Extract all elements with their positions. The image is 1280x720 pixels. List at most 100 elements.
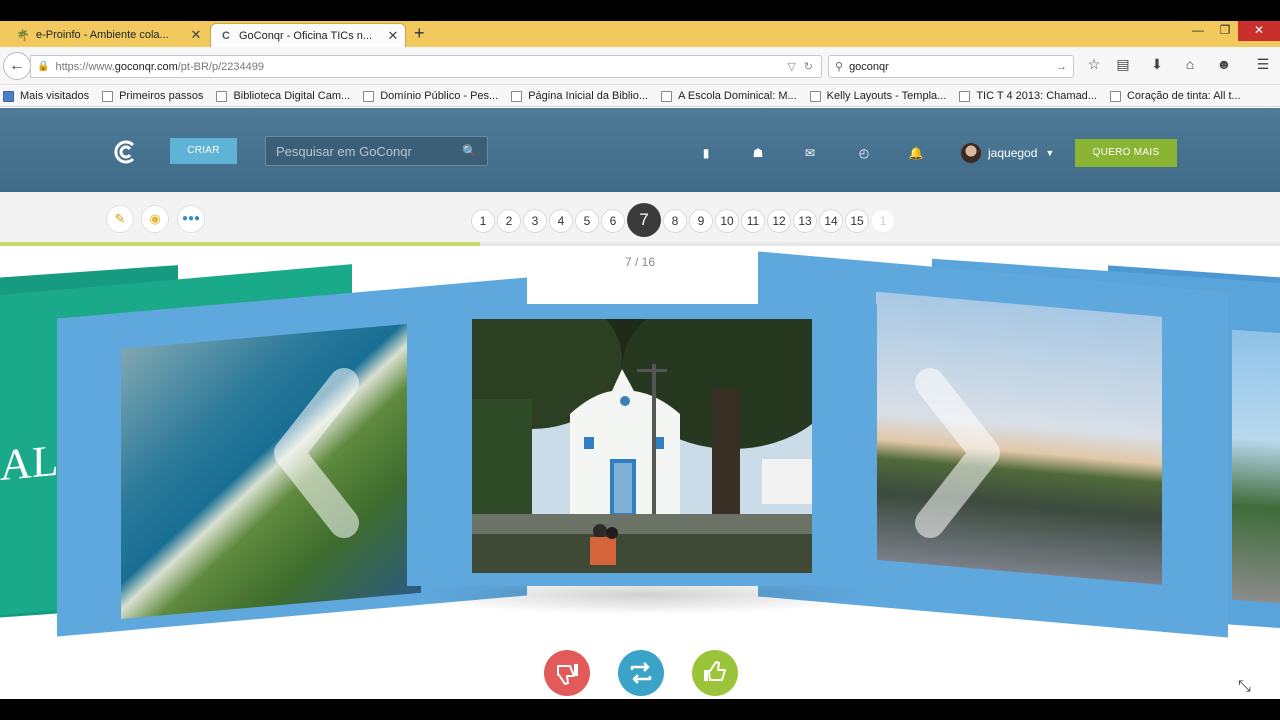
repost-icon <box>630 662 652 684</box>
slide-text: AL <box>0 435 59 490</box>
upgrade-button[interactable]: QUERO MAIS <box>1075 139 1177 167</box>
search-icon[interactable]: 🔍 <box>462 144 477 158</box>
user-menu[interactable]: jaquegod ▼ <box>961 143 1054 163</box>
page-icon <box>363 90 375 102</box>
page-number-8[interactable]: 8 <box>663 209 687 233</box>
create-button[interactable]: CRIAR <box>170 138 237 164</box>
church-photo <box>472 319 812 573</box>
bookmark-item[interactable]: Biblioteca Digital Cam... <box>216 90 350 102</box>
previous-arrow-icon[interactable] <box>264 368 374 538</box>
username: jaquegod <box>988 146 1038 160</box>
dropdown-icon[interactable]: ▽ <box>787 60 795 73</box>
avatar <box>961 143 981 163</box>
page-number-3[interactable]: 3 <box>523 209 547 233</box>
letterbox-bottom <box>0 699 1280 720</box>
mail-icon[interactable]: ✉ <box>802 145 818 161</box>
bookmark-item[interactable]: Mais visitados <box>3 90 89 102</box>
page-icon <box>216 90 228 102</box>
more-button[interactable]: ●●● <box>177 205 205 233</box>
dislike-button[interactable] <box>544 650 590 696</box>
close-icon[interactable]: ✕ <box>188 27 204 43</box>
slide-card-current[interactable] <box>407 304 877 586</box>
search-icon: ⚲ <box>835 61 844 73</box>
page-number-16[interactable]: 1 <box>871 209 895 233</box>
back-button[interactable]: ← <box>3 52 31 80</box>
fullscreen-icon[interactable]: ⤡ <box>1238 678 1251 696</box>
page-number-15[interactable]: 15 <box>845 209 869 233</box>
reading-list-icon[interactable]: ▤ <box>1112 56 1134 76</box>
goconqr-logo-icon <box>114 140 135 164</box>
page-icon <box>511 90 523 102</box>
page-number-4[interactable]: 4 <box>549 209 573 233</box>
bell-icon[interactable]: 🔔 <box>908 145 924 161</box>
thumbs-up-icon <box>704 661 726 681</box>
chat-icon[interactable]: ☻ <box>1213 56 1235 76</box>
like-button[interactable] <box>692 650 738 696</box>
page-number-5[interactable]: 5 <box>575 209 599 233</box>
page-icon <box>959 90 971 102</box>
url-bar[interactable]: 🔒 https://www.goconqr.com/pt-BR/p/223449… <box>30 55 822 78</box>
edit-button[interactable]: ✎ <box>106 205 134 233</box>
bookmark-folder-icon <box>3 90 14 102</box>
reload-icon[interactable]: ↻ <box>804 60 813 73</box>
clock-icon[interactable]: ◴ <box>856 145 872 161</box>
site-search[interactable]: 🔍 <box>265 136 488 166</box>
page-number-11[interactable]: 11 <box>741 209 765 233</box>
page-number-13[interactable]: 13 <box>793 209 817 233</box>
church-image <box>472 319 812 573</box>
download-icon[interactable]: ⬇ <box>1146 56 1168 76</box>
screen: 🌴 e-Proinfo - Ambiente cola... ✕ C GoCon… <box>0 0 1280 720</box>
groups-icon[interactable]: ☗ <box>750 145 766 161</box>
page-icon <box>1109 90 1121 102</box>
page-number-6[interactable]: 6 <box>601 209 625 233</box>
letterbox-top <box>0 0 1280 21</box>
page-icon <box>809 90 821 102</box>
star-icon[interactable]: ☆ <box>1083 56 1105 76</box>
browser-tabbar: 🌴 e-Proinfo - Ambiente cola... ✕ C GoCon… <box>0 21 1280 47</box>
bookmark-item[interactable]: TIC T 4 2013: Chamad... <box>959 90 1097 102</box>
page-number-14[interactable]: 14 <box>819 209 843 233</box>
bookmark-item[interactable]: Kelly Layouts - Templa... <box>809 90 946 102</box>
chevron-down-icon: ▼ <box>1045 148 1055 158</box>
page-number-1[interactable]: 1 <box>471 209 495 233</box>
home-icon[interactable]: ⌂ <box>1179 56 1201 76</box>
progress-fill <box>0 242 480 246</box>
page-number-10[interactable]: 10 <box>715 209 739 233</box>
next-arrow-icon[interactable] <box>900 368 1010 538</box>
share-button[interactable] <box>618 650 664 696</box>
bookmark-item[interactable]: Página Inicial da Biblio... <box>511 90 648 102</box>
tab-goconqr[interactable]: C GoConqr - Oficina TICs n... ✕ <box>210 23 406 47</box>
menu-icon[interactable]: ☰ <box>1252 56 1274 76</box>
slide-counter: 7 / 16 <box>624 255 656 269</box>
page-icon <box>661 90 673 102</box>
comment-button[interactable]: ◉ <box>141 205 169 233</box>
goconqr-logo[interactable] <box>113 139 139 165</box>
close-icon[interactable]: ✕ <box>385 28 401 44</box>
browser-search-box[interactable]: ⚲ → <box>828 55 1074 78</box>
lock-icon: 🔒 <box>37 61 50 72</box>
page-number-7[interactable]: 7 <box>627 203 661 237</box>
browser-search-input[interactable] <box>849 60 1056 73</box>
window-close-button[interactable]: ✕ <box>1238 21 1280 41</box>
bookmark-item[interactable]: Domínio Público - Pes... <box>363 90 498 102</box>
maximize-button[interactable]: ❐ <box>1210 21 1240 41</box>
tab-label: GoConqr - Oficina TICs n... <box>239 29 373 42</box>
page-number-12[interactable]: 12 <box>767 209 791 233</box>
tab-eproinfo[interactable]: 🌴 e-Proinfo - Ambiente cola... ✕ <box>8 23 208 47</box>
documents-icon[interactable]: ▮ <box>698 145 714 161</box>
go-arrow-icon[interactable]: → <box>1056 61 1067 73</box>
page-number-9[interactable]: 9 <box>689 209 713 233</box>
bookmark-item[interactable]: Coração de tinta: All t... <box>1109 90 1241 102</box>
bookmark-item[interactable]: Primeiros passos <box>102 90 203 102</box>
page-number-2[interactable]: 2 <box>497 209 521 233</box>
site-search-input[interactable] <box>276 143 463 159</box>
tab-label: e-Proinfo - Ambiente cola... <box>36 29 169 41</box>
thumbs-down-icon <box>557 664 578 685</box>
url-text: https://www.goconqr.com/pt-BR/p/2234499 <box>55 60 264 73</box>
bookmarks-bar: Mais visitados Primeiros passos Bibliote… <box>0 86 1280 107</box>
goconqr-icon: C <box>222 29 230 42</box>
bookmark-item[interactable]: A Escola Dominical: M... <box>661 90 797 102</box>
new-tab-button[interactable]: + <box>414 23 425 44</box>
minimize-button[interactable]: — <box>1183 21 1213 41</box>
slide-pager: 1 2 3 4 5 6 7 8 9 10 11 12 13 14 15 1 <box>471 203 897 237</box>
